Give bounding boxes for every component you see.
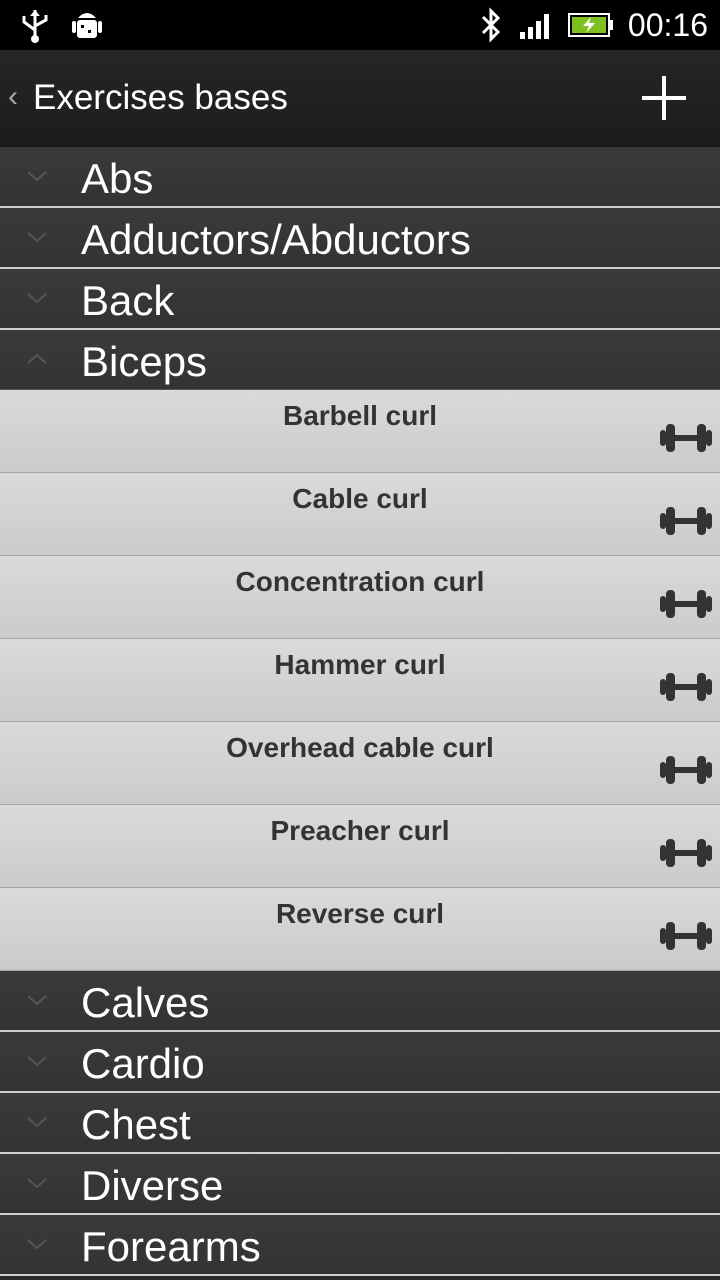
group-header-forearms[interactable]: Forearms <box>0 1215 720 1276</box>
exercise-item[interactable]: Hammer curl <box>0 639 720 722</box>
plus-icon[interactable] <box>640 74 688 122</box>
group-label: Cardio <box>81 1040 205 1087</box>
dumbbell-icon <box>660 922 712 950</box>
group-header-calves[interactable]: Calves <box>0 971 720 1032</box>
android-debug-icon <box>72 13 102 38</box>
chevron-down-icon <box>27 1178 47 1189</box>
group-header-biceps[interactable]: Biceps <box>0 330 720 390</box>
group-header-back[interactable]: Back <box>0 269 720 330</box>
status-bar: 00:16 <box>0 0 720 50</box>
usb-icon <box>22 10 48 43</box>
dumbbell-icon <box>660 507 712 535</box>
battery-charging-icon <box>567 13 613 37</box>
chevron-down-icon <box>27 1239 47 1250</box>
group-label: Back <box>81 277 175 324</box>
clock: 00:16 <box>627 7 708 43</box>
chevron-down-icon <box>27 232 47 243</box>
exercise-item[interactable]: Preacher curl <box>0 805 720 888</box>
dumbbell-icon <box>660 756 712 784</box>
exercise-item[interactable]: Reverse curl <box>0 888 720 971</box>
chevron-down-icon <box>27 1117 47 1128</box>
group-label: Adductors/Abductors <box>81 216 471 263</box>
dumbbell-icon <box>660 590 712 618</box>
exercise-label: Hammer curl <box>274 649 446 680</box>
chevron-down-icon <box>27 293 47 304</box>
chevron-down-icon <box>27 1056 47 1067</box>
group-label: Forearms <box>81 1223 261 1270</box>
dumbbell-icon <box>660 424 712 452</box>
group-header-diverse[interactable]: Diverse <box>0 1154 720 1215</box>
exercise-label: Preacher curl <box>270 815 450 846</box>
exercise-label: Barbell curl <box>282 400 438 431</box>
exercise-item[interactable]: Barbell curl <box>0 390 720 473</box>
group-header-adductors[interactable]: Adductors/Abductors <box>0 208 720 269</box>
group-header-chest[interactable]: Chest <box>0 1093 720 1154</box>
exercise-label: Reverse curl <box>275 898 445 929</box>
group-label: Biceps <box>81 338 208 385</box>
bluetooth-icon <box>481 7 501 43</box>
group-header-cardio[interactable]: Cardio <box>0 1032 720 1093</box>
exercise-item[interactable]: Overhead cable curl <box>0 722 720 805</box>
exercise-label: Concentration curl <box>235 566 485 597</box>
dumbbell-icon <box>660 673 712 701</box>
dumbbell-icon <box>660 839 712 867</box>
exercise-label: Cable curl <box>292 483 428 514</box>
exercise-label: Overhead cable curl <box>226 732 494 763</box>
chevron-down-icon <box>27 995 47 1006</box>
chevron-down-icon <box>27 171 47 182</box>
action-bar: ‹ Exercises bases <box>0 50 720 146</box>
chevron-up-icon <box>27 353 47 364</box>
group-label: Abs <box>81 155 154 202</box>
signal-icon <box>519 14 549 39</box>
exercise-item[interactable]: Concentration curl <box>0 556 720 639</box>
group-label: Calves <box>81 979 210 1026</box>
group-header-abs[interactable]: Abs <box>0 147 720 208</box>
exercise-item[interactable]: Cable curl <box>0 473 720 556</box>
back-chevron-icon[interactable]: ‹ <box>8 80 18 114</box>
group-label: Chest <box>81 1101 191 1148</box>
group-label: Diverse <box>81 1162 224 1209</box>
exercise-group-list: Abs Adductors/Abductors Back Biceps Barb… <box>0 147 720 1276</box>
page-title[interactable]: Exercises bases <box>33 78 288 118</box>
